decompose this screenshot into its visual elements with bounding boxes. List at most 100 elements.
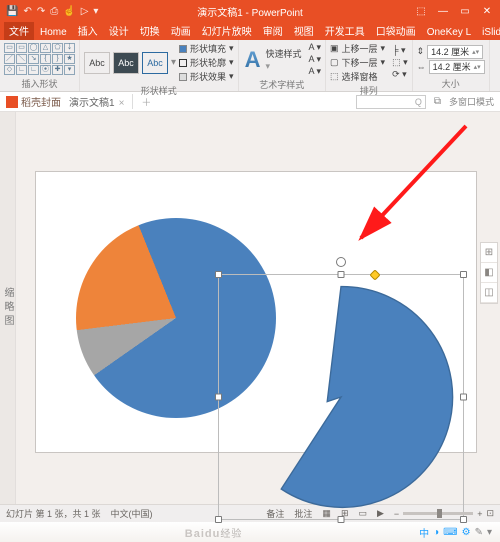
wordart-icon[interactable]: A	[243, 47, 263, 73]
style-preset-1[interactable]: Abc	[84, 52, 110, 74]
style-preset-2[interactable]: Abc	[113, 52, 139, 74]
save-icon[interactable]: 💾	[6, 6, 18, 17]
tab-animation[interactable]: 动画	[166, 21, 196, 40]
tab-file[interactable]: 文件	[4, 21, 34, 40]
slide-counter: 幻灯片 第 1 张，共 1 张	[6, 507, 101, 520]
resize-handle-sw[interactable]	[215, 516, 222, 523]
ribbon-tabs: 文件 Home 插入 设计 切换 动画 幻灯片放映 审阅 视图 开发工具 口袋动…	[0, 22, 500, 40]
start-icon[interactable]: ▷	[81, 6, 89, 17]
text-outline-icon[interactable]: A ▾	[308, 54, 321, 65]
style-preset-3[interactable]: Abc	[142, 52, 168, 74]
zoom-in-button[interactable]: +	[477, 509, 482, 519]
maximize-icon[interactable]: ▭	[456, 6, 474, 17]
resize-handle-n[interactable]	[338, 271, 345, 278]
tab-onekey[interactable]: OneKey L	[422, 25, 476, 40]
minimize-icon[interactable]: —	[434, 6, 452, 17]
lang-indicator[interactable]: 中文(中国)	[111, 507, 153, 520]
rotate-icon[interactable]: ⟳ ▾	[392, 69, 408, 80]
tray-icon-3[interactable]: ⚙	[462, 527, 471, 538]
shape-effect-button[interactable]: 形状效果 ▾	[179, 70, 234, 83]
slide-stage[interactable]: ⊞ ◧ ◫	[16, 112, 500, 504]
zoom-slider[interactable]	[403, 512, 473, 515]
width-icon: ⇔	[417, 62, 426, 72]
group-icon[interactable]: ⬚ ▾	[392, 57, 408, 68]
width-input[interactable]: 14.2 厘米▴▾	[429, 60, 485, 74]
tab-islide[interactable]: iSlide	[477, 25, 500, 40]
fit-button[interactable]: ⊡	[486, 508, 494, 519]
tab-transition[interactable]: 切换	[135, 21, 165, 40]
slide[interactable]	[36, 172, 476, 452]
flyout-fill-icon[interactable]: ◧	[481, 263, 497, 283]
app-tab[interactable]: 稻壳封面	[6, 94, 61, 109]
multiwindow-label[interactable]: 多窗口模式	[449, 95, 494, 108]
ribbon-options-icon[interactable]: ⬚	[412, 6, 430, 17]
window-title: 演示文稿1 - PowerPoint	[197, 4, 303, 19]
flyout-layout-icon[interactable]: ⊞	[481, 243, 497, 263]
rotate-handle[interactable]	[336, 257, 346, 267]
resize-handle-nw[interactable]	[215, 271, 222, 278]
resize-handle-w[interactable]	[215, 394, 222, 401]
doc-close-icon[interactable]: ×	[119, 98, 125, 109]
thumbnail-strip[interactable]: 缩略图	[0, 112, 16, 504]
tab-slideshow[interactable]: 幻灯片放映	[197, 21, 257, 40]
tray-icon-1[interactable]: ◑	[433, 527, 439, 538]
qat-more-icon[interactable]: ▾	[93, 6, 98, 17]
redo-icon[interactable]: ↷	[37, 6, 45, 17]
adjust-handle-1[interactable]	[369, 269, 380, 280]
height-icon: ⇕	[417, 46, 425, 57]
group-label-size: 大小	[417, 76, 485, 90]
resize-handle-ne[interactable]	[460, 271, 467, 278]
print-icon[interactable]: ⎙	[50, 6, 58, 17]
new-tab-button[interactable]: ＋	[141, 94, 151, 109]
group-label-insert: 插入形状	[4, 76, 75, 90]
tab-pocket[interactable]: 口袋动画	[371, 21, 421, 40]
shape-outline-button[interactable]: 形状轮廓 ▾	[179, 56, 234, 69]
group-arrange: ▣ 上移一层 ▾ ▢ 下移一层 ▾ ⬚ 选择窗格 ╞ ▾ ⬚ ▾ ⟳ ▾ 排列	[326, 40, 413, 91]
style-more-icon[interactable]: ▾	[171, 57, 176, 68]
ribbon: ▭▭◯△⬠￬ ／＼↘{}★ ◇∟∟⦿✚▾ 插入形状 Abc Abc Abc ▾ …	[0, 40, 500, 92]
quick-access-toolbar: 💾 ↶ ↷ ⎙ ☝ ▷ ▾	[0, 6, 104, 17]
tab-home[interactable]: Home	[35, 25, 72, 40]
group-insert-shape: ▭▭◯△⬠￬ ／＼↘{}★ ◇∟∟⦿✚▾ 插入形状	[0, 40, 80, 91]
flyout-crop-icon[interactable]: ◫	[481, 283, 497, 303]
resize-handle-se[interactable]	[460, 516, 467, 523]
tab-design[interactable]: 设计	[104, 21, 134, 40]
group-shape-style: Abc Abc Abc ▾ 形状填充 ▾ 形状轮廓 ▾ 形状效果 ▾ 形状样式	[80, 40, 239, 91]
close-icon[interactable]: ✕	[478, 6, 496, 17]
resize-handle-e[interactable]	[460, 394, 467, 401]
search-input[interactable]: Q	[356, 95, 426, 109]
undo-icon[interactable]: ↶	[23, 6, 31, 17]
multiwindow-icon[interactable]: ⧉	[434, 96, 441, 107]
shape-gallery[interactable]: ▭▭◯△⬠￬ ／＼↘{}★ ◇∟∟⦿✚▾	[4, 43, 75, 75]
ime-icon[interactable]: 中	[419, 525, 429, 540]
group-label-art: 艺术字样式	[243, 77, 321, 91]
resize-handle-s[interactable]	[338, 516, 345, 523]
tab-dev[interactable]: 开发工具	[320, 21, 370, 40]
shape-fill-button[interactable]: 形状填充 ▾	[179, 42, 234, 55]
touch-icon[interactable]: ☝	[63, 6, 75, 17]
tab-insert[interactable]: 插入	[73, 21, 103, 40]
group-size: ⇕ 14.2 厘米▴▾ ⇔ 14.2 厘米▴▾ 大小	[413, 40, 490, 91]
align-icon[interactable]: ╞ ▾	[392, 45, 408, 56]
bring-forward-button[interactable]: ▣ 上移一层 ▾	[330, 42, 385, 55]
side-flyout: ⊞ ◧ ◫	[480, 242, 498, 304]
partial-circle-shape[interactable]	[226, 282, 456, 512]
tray-icon-5[interactable]: ▾	[487, 527, 492, 538]
text-fill-icon[interactable]: A ▾	[308, 42, 321, 53]
send-backward-button[interactable]: ▢ 下移一层 ▾	[330, 56, 385, 69]
doc-tab[interactable]: 演示文稿1×	[69, 94, 133, 109]
window-controls: ⬚ — ▭ ✕	[412, 6, 500, 17]
quick-style-button[interactable]: 快速样式	[265, 47, 301, 60]
text-effect-icon[interactable]: A ▾	[308, 66, 321, 77]
system-tray: 中 ◑ ⌨ ⚙ ✎ ▾	[419, 525, 492, 540]
height-input[interactable]: 14.2 厘米▴▾	[427, 45, 483, 59]
tab-review[interactable]: 审阅	[258, 21, 288, 40]
document-bar: 稻壳封面 演示文稿1× ＋ Q ⧉ 多窗口模式	[0, 92, 500, 112]
tray-icon-4[interactable]: ✎	[475, 527, 483, 538]
tab-view[interactable]: 视图	[289, 21, 319, 40]
tray-icon-2[interactable]: ⌨	[443, 527, 457, 538]
group-wordart: A 快速样式 ▾ A ▾ A ▾ A ▾ 艺术字样式	[239, 40, 326, 91]
watermark: Baidu经验	[185, 525, 243, 540]
editor-area: 缩略图	[0, 112, 500, 504]
selection-pane-button[interactable]: ⬚ 选择窗格	[330, 70, 385, 83]
